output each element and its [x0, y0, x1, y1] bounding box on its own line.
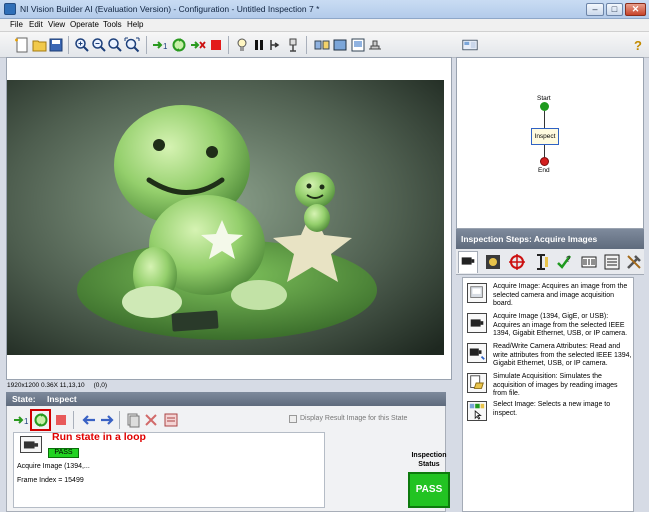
- image-compare-icon[interactable]: [314, 37, 330, 53]
- tab-use-additional-tools-icon[interactable]: [603, 253, 621, 271]
- menu-file[interactable]: File: [10, 20, 23, 29]
- copy-step-icon[interactable]: [125, 412, 141, 428]
- run-once-icon[interactable]: 1: [152, 37, 168, 53]
- tab-acquire-images-icon[interactable]: [458, 251, 478, 273]
- svg-text:1: 1: [24, 417, 29, 426]
- tab-locate-features-icon[interactable]: [508, 253, 526, 271]
- flow-start-label: Start: [537, 95, 551, 102]
- camera-step-icon: [20, 436, 42, 453]
- inspection-steps-list: Acquire Image: Acquires an image from th…: [462, 277, 634, 512]
- run-stop-x-icon[interactable]: [190, 37, 206, 53]
- toolbar-separator: [228, 36, 229, 54]
- menu-view[interactable]: View: [48, 20, 65, 29]
- zoom-in-icon[interactable]: [74, 37, 90, 53]
- svg-text:?: ?: [634, 38, 642, 53]
- pause-icon[interactable]: [251, 37, 267, 53]
- menu-edit[interactable]: Edit: [29, 20, 43, 29]
- tab-check-presence-icon[interactable]: ?: [556, 253, 574, 271]
- zoom-actual-icon[interactable]: [107, 37, 123, 53]
- title-bar: NI Vision Builder AI (Evaluation Version…: [0, 0, 649, 19]
- zoom-out-icon[interactable]: [91, 37, 107, 53]
- close-button[interactable]: ✕: [625, 3, 646, 16]
- step-name: Acquire Image (1394,...: [17, 463, 90, 470]
- image-view-icon[interactable]: [332, 37, 348, 53]
- inspection-image[interactable]: [7, 80, 444, 355]
- image-list-icon[interactable]: [350, 37, 366, 53]
- configuration-icon[interactable]: [462, 37, 482, 53]
- run-once-icon[interactable]: 1: [13, 412, 29, 428]
- lightbulb-icon[interactable]: [234, 37, 250, 53]
- flow-inspect-node[interactable]: Inspect: [531, 128, 559, 145]
- svg-text:?: ?: [566, 255, 571, 264]
- flow-connector: [544, 145, 545, 157]
- tab-enhance-images-icon[interactable]: [484, 253, 502, 271]
- tab-identify-parts-icon[interactable]: [580, 253, 598, 271]
- flow-connector: [544, 111, 545, 128]
- state-panel: 1 Display Result Image for this State PA…: [6, 406, 450, 512]
- deploy-icon[interactable]: [367, 37, 383, 53]
- toolbar-separator: [68, 36, 69, 54]
- display-result-label: Display Result Image for this State: [300, 415, 408, 422]
- frame-index: Frame Index = 15499: [17, 477, 84, 484]
- flow-end-node[interactable]: [540, 157, 549, 166]
- help-icon[interactable]: ?: [630, 37, 646, 53]
- flow-start-node[interactable]: [540, 102, 549, 111]
- main-toolbar: 1 ?: [0, 32, 649, 88]
- tab-tools-icon[interactable]: [625, 253, 643, 271]
- camera-1394-icon: [467, 313, 487, 333]
- image-info-bar: 1920x1200 0.36X 11,13,10 (0,0): [7, 382, 107, 389]
- step-icon[interactable]: [268, 37, 284, 53]
- inspection-status-indicator: PASS: [408, 472, 450, 508]
- menu-help[interactable]: Help: [127, 20, 143, 29]
- zoom-fit-icon[interactable]: [124, 37, 140, 53]
- toolbar-separator: [306, 36, 307, 54]
- inspection-status-label: Inspection Status: [411, 452, 447, 468]
- inspection-steps-tabs: ?: [456, 249, 644, 275]
- state-toolbar: 1 Display Result Image for this State: [7, 406, 445, 432]
- menu-operate[interactable]: Operate: [70, 20, 99, 29]
- toolbar-separator: [146, 36, 147, 54]
- toolbar-separator: [73, 411, 74, 429]
- state-label: State:: [12, 394, 36, 404]
- open-folder-icon[interactable]: [32, 37, 48, 53]
- toolbar-separator: [119, 411, 120, 429]
- arrow-right-icon[interactable]: [99, 412, 115, 428]
- state-run-loop-highlight: [30, 409, 51, 431]
- stop-icon[interactable]: [53, 412, 69, 428]
- run-loop-annotation: Run state in a loop: [52, 431, 146, 443]
- flow-end-label: End: [538, 167, 550, 174]
- display-result-checkbox[interactable]: [289, 415, 297, 423]
- arrow-left-icon[interactable]: [81, 412, 97, 428]
- variables-icon[interactable]: [286, 37, 302, 53]
- result-pass-badge: PASS: [48, 448, 79, 458]
- tab-measure-features-icon[interactable]: [532, 253, 550, 271]
- save-icon[interactable]: [48, 37, 64, 53]
- menu-tools[interactable]: Tools: [103, 20, 122, 29]
- state-header: State: Inspect: [6, 392, 446, 406]
- simulate-acquisition-icon: [467, 373, 487, 393]
- state-results-list[interactable]: PASS Run state in a loop Acquire Image (…: [13, 431, 325, 508]
- menu-bar: File Edit View Operate Tools Help: [0, 19, 649, 32]
- run-loop-icon[interactable]: [171, 37, 187, 53]
- app-icon: [4, 3, 16, 15]
- delete-step-icon[interactable]: [143, 412, 159, 428]
- camera-attributes-icon: [467, 343, 487, 363]
- camera-acquire-icon: [467, 283, 487, 303]
- svg-text:1: 1: [163, 42, 168, 51]
- inspection-steps-title: Inspection Steps: Acquire Images: [456, 229, 644, 249]
- new-file-icon[interactable]: [14, 37, 30, 53]
- stop-icon[interactable]: [208, 37, 224, 53]
- state-name: Inspect: [47, 394, 77, 404]
- state-diagram-panel[interactable]: Start Inspect End: [456, 57, 644, 229]
- window-title: NI Vision Builder AI (Evaluation Version…: [20, 4, 320, 14]
- minimize-button[interactable]: –: [586, 3, 604, 16]
- maximize-button[interactable]: □: [606, 3, 623, 16]
- select-image-icon: [467, 401, 487, 421]
- step-details-icon[interactable]: [163, 412, 179, 428]
